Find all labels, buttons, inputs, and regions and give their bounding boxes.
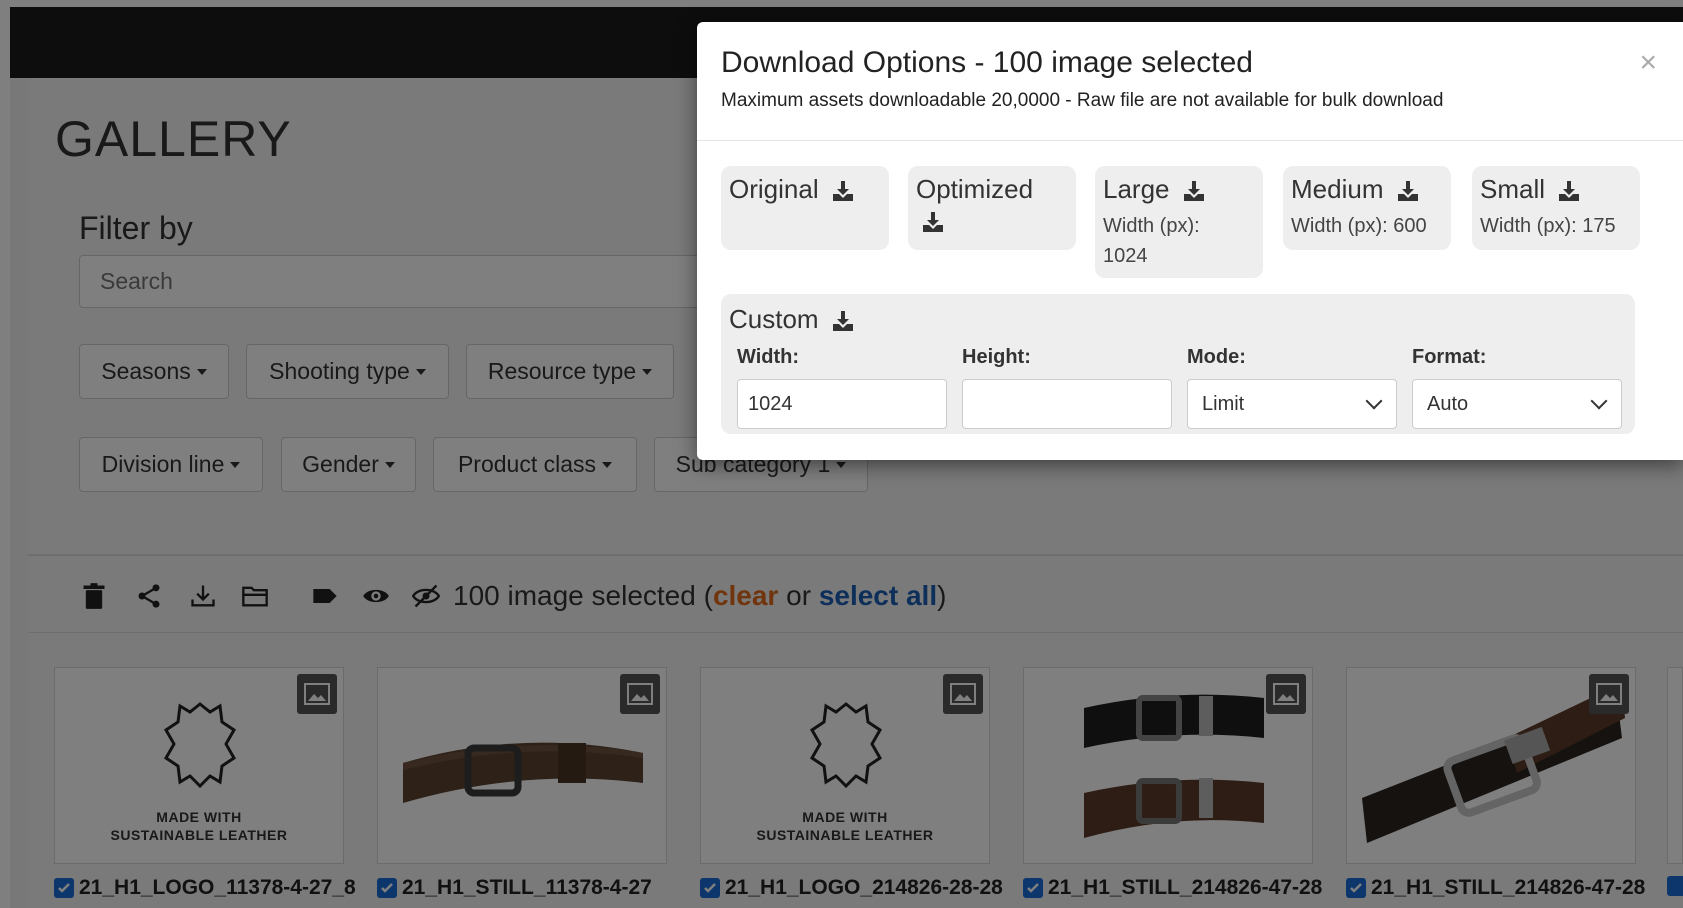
modal-title: Download Options - 100 image selected [721,46,1253,79]
custom-download-panel: Custom Width: Height: Mode: Format: 1024… [721,294,1635,434]
download-medium-option[interactable]: Medium Width (px): 600 [1283,166,1451,250]
download-small-option[interactable]: Small Width (px): 175 [1472,166,1640,250]
height-label: Height: [962,346,1031,368]
download-icon [923,212,943,233]
download-icon [1183,181,1204,202]
mode-select[interactable]: Limit [1187,379,1397,429]
format-select[interactable]: Auto [1412,379,1622,429]
download-optimized-option[interactable]: Optimized [908,166,1076,250]
download-icon [1397,181,1418,202]
modal-header-divider [697,140,1683,141]
format-label: Format: [1412,346,1487,368]
download-icon [832,181,853,202]
download-original-option[interactable]: Original [721,166,889,250]
mode-value: Limit [1202,392,1245,415]
close-icon[interactable]: × [1639,46,1657,80]
modal-subtitle: Maximum assets downloadable 20,0000 - Ra… [721,90,1444,111]
width-label: Width: [737,346,800,368]
download-icon [832,311,853,332]
custom-title-label: Custom [729,304,819,334]
option-label: Original [729,174,819,204]
chevron-down-icon [1365,392,1383,410]
download-icon [1559,181,1580,202]
format-value: Auto [1427,392,1469,415]
chevron-down-icon [1590,392,1608,410]
option-label: Optimized [916,174,1034,204]
download-options-modal: Download Options - 100 image selected Ma… [697,22,1683,460]
option-label: Medium [1291,174,1384,204]
option-detail: Width (px): 1024 [1103,215,1200,267]
download-large-option[interactable]: Large Width (px): 1024 [1095,166,1263,278]
width-value: 1024 [748,392,793,415]
option-detail: Width (px): 175 [1480,215,1616,237]
mode-label: Mode: [1187,346,1246,368]
option-detail: Width (px): 600 [1291,215,1427,237]
width-input[interactable]: 1024 [737,379,947,429]
option-label: Small [1480,174,1546,204]
option-label: Large [1103,174,1170,204]
custom-download-button[interactable]: Custom [729,304,854,335]
height-input[interactable] [962,379,1172,429]
